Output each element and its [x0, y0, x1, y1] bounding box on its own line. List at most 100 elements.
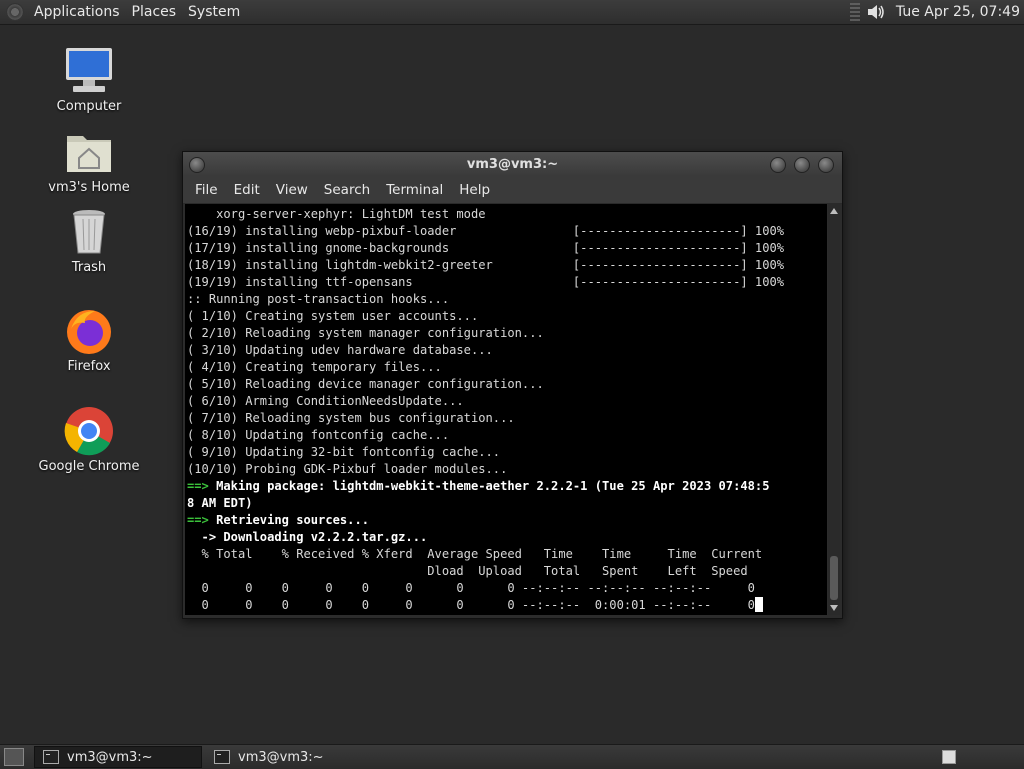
terminal-line: -> Downloading v2.2.2.tar.gz... [187, 530, 428, 544]
menu-system[interactable]: System [184, 4, 248, 20]
desktop-icon-firefox[interactable]: Firefox [29, 305, 149, 375]
terminal-line: 8 AM EDT) [187, 496, 253, 510]
scroll-down-arrow-icon[interactable] [830, 605, 838, 611]
taskbar-item-terminal-2[interactable]: vm3@vm3:~ [206, 747, 372, 767]
home-folder-icon [63, 126, 115, 178]
desktop-icon-label: Firefox [67, 359, 111, 374]
terminal-scrollbar[interactable] [828, 204, 840, 615]
menu-help[interactable]: Help [451, 182, 498, 198]
menu-view[interactable]: View [268, 182, 316, 198]
terminal-icon [214, 750, 230, 764]
panel-grip [849, 3, 860, 21]
terminal-line: (16/19) installing webp-pixbuf-loader [-… [187, 224, 784, 238]
show-desktop-icon[interactable] [4, 748, 24, 766]
distro-logo-icon[interactable] [6, 3, 24, 21]
maximize-button[interactable] [794, 157, 810, 173]
terminal-line: % Total % Received % Xferd Average Speed… [187, 547, 763, 561]
taskbar-item-terminal-1[interactable]: vm3@vm3:~ [34, 746, 202, 768]
menu-file[interactable]: File [187, 182, 226, 198]
terminal-line-text: (10/10) Probing GDK-Pixbuf loader module… [187, 462, 508, 476]
terminal-line-text: ( 8/10) Updating fontconfig cache... [187, 428, 450, 442]
terminal-line-text: 0 0 0 0 0 0 0 0 --:--:-- --:--:-- --:--:… [187, 581, 755, 595]
terminal-line: ==> Making package: lightdm-webkit-theme… [187, 479, 770, 493]
terminal-icon [43, 750, 59, 764]
menu-edit[interactable]: Edit [226, 182, 268, 198]
menu-places[interactable]: Places [128, 4, 185, 20]
terminal-line: ( 4/10) Creating temporary files... [187, 360, 442, 374]
top-panel: Applications Places System Tue Apr 25, 0… [0, 0, 1024, 25]
desktop-icon-label: vm3's Home [48, 180, 130, 195]
terminal-line: Dload Upload Total Spent Left Speed [187, 564, 748, 578]
terminal-line-text: Retrieving sources... [208, 513, 370, 527]
terminal-line: 0 0 0 0 0 0 0 0 --:--:-- 0:00:01 --:--:-… [187, 597, 763, 612]
terminal-line: (17/19) installing gnome-backgrounds [--… [187, 241, 784, 255]
terminal-line-text: :: Running post-transaction hooks... [187, 292, 450, 306]
terminal-line-text: -> Downloading v2.2.2.tar.gz... [187, 530, 428, 544]
terminal-line-text: 8 AM EDT) [187, 496, 253, 510]
terminal-line-text: ( 1/10) Creating system user accounts... [187, 309, 479, 323]
terminal-line-text: Dload Upload Total Spent Left Speed [187, 564, 748, 578]
taskbar-item-label: vm3@vm3:~ [67, 749, 153, 765]
scrollbar-thumb[interactable] [830, 556, 838, 600]
terminal-line: ( 6/10) Arming ConditionNeedsUpdate... [187, 394, 464, 408]
terminal-line-text: (19/19) installing ttf-opensans [-------… [187, 275, 785, 289]
terminal-line: (18/19) installing lightdm-webkit2-greet… [187, 258, 784, 272]
close-button[interactable] [818, 157, 834, 173]
terminal-line-text: 0 0 0 0 0 0 0 0 --:--:-- 0:00:01 --:--:-… [187, 598, 755, 612]
terminal-line: (10/10) Probing GDK-Pixbuf loader module… [187, 462, 507, 476]
terminal-window: vm3@vm3:~ File Edit View Search Terminal… [182, 151, 843, 619]
terminal-line: ==> Retrieving sources... [187, 513, 369, 527]
terminal-cursor [754, 597, 763, 612]
minimize-button[interactable] [770, 157, 786, 173]
window-titlebar[interactable]: vm3@vm3:~ [183, 152, 842, 176]
terminal-line-text: ( 6/10) Arming ConditionNeedsUpdate... [187, 394, 464, 408]
desktop-icon-label: Computer [56, 99, 122, 114]
menu-terminal[interactable]: Terminal [378, 182, 451, 198]
terminal-line-text: (17/19) installing gnome-backgrounds [--… [187, 241, 785, 255]
terminal-text: xorg-server-xephyr: LightDM test mode (1… [185, 204, 827, 614]
menu-applications[interactable]: Applications [30, 4, 128, 20]
terminal-line: (19/19) installing ttf-opensans [-------… [187, 275, 784, 289]
workspace-switcher[interactable] [942, 750, 956, 764]
system-tray: Tue Apr 25, 07:49 [849, 2, 1024, 22]
chrome-icon [63, 405, 115, 457]
taskbar-item-label: vm3@vm3:~ [238, 749, 324, 765]
scroll-up-arrow-icon[interactable] [830, 208, 838, 214]
trash-icon [63, 206, 115, 258]
window-menu-button[interactable] [189, 157, 205, 173]
terminal-line-text: Making package: lightdm-webkit-theme-aet… [208, 479, 770, 493]
prompt-arrow: ==> [187, 479, 209, 493]
terminal-output[interactable]: xorg-server-xephyr: LightDM test mode (1… [185, 204, 827, 615]
terminal-line-text: xorg-server-xephyr: LightDM test mode [187, 207, 486, 221]
menu-search[interactable]: Search [316, 182, 378, 198]
desktop-icon-chrome[interactable]: Google Chrome [29, 405, 149, 475]
desktop-icon-home[interactable]: vm3's Home [29, 126, 149, 196]
terminal-line-text: (18/19) installing lightdm-webkit2-greet… [187, 258, 785, 272]
terminal-line-text: ( 3/10) Updating udev hardware database.… [187, 343, 493, 357]
volume-icon[interactable] [866, 2, 886, 22]
terminal-line: ( 1/10) Creating system user accounts... [187, 309, 478, 323]
desktop-icon-label: Google Chrome [38, 459, 140, 474]
window-title: vm3@vm3:~ [466, 156, 559, 172]
terminal-line-text: % Total % Received % Xferd Average Speed… [187, 547, 763, 561]
terminal-line-text: ( 5/10) Reloading device manager configu… [187, 377, 544, 391]
terminal-line: xorg-server-xephyr: LightDM test mode [187, 207, 486, 221]
terminal-line: :: Running post-transaction hooks... [187, 292, 449, 306]
prompt-arrow: ==> [187, 513, 209, 527]
terminal-line-text: ( 4/10) Creating temporary files... [187, 360, 442, 374]
terminal-menubar: File Edit View Search Terminal Help [183, 176, 842, 204]
terminal-line: ( 5/10) Reloading device manager configu… [187, 377, 544, 391]
bottom-panel: vm3@vm3:~ vm3@vm3:~ [0, 744, 1024, 769]
terminal-line: ( 2/10) Reloading system manager configu… [187, 326, 544, 340]
desktop-icon-computer[interactable]: Computer [29, 45, 149, 115]
terminal-line-text: ( 2/10) Reloading system manager configu… [187, 326, 544, 340]
terminal-line-text: ( 9/10) Updating 32-bit fontconfig cache… [187, 445, 501, 459]
terminal-line-text: ( 7/10) Reloading system bus configurati… [187, 411, 515, 425]
clock[interactable]: Tue Apr 25, 07:49 [896, 4, 1020, 20]
terminal-line: ( 3/10) Updating udev hardware database.… [187, 343, 493, 357]
desktop-icon-trash[interactable]: Trash [29, 206, 149, 276]
terminal-line-text: (16/19) installing webp-pixbuf-loader [-… [187, 224, 785, 238]
terminal-line: ( 9/10) Updating 32-bit fontconfig cache… [187, 445, 500, 459]
desktop-icon-label: Trash [71, 260, 107, 275]
terminal-line: ( 7/10) Reloading system bus configurati… [187, 411, 515, 425]
